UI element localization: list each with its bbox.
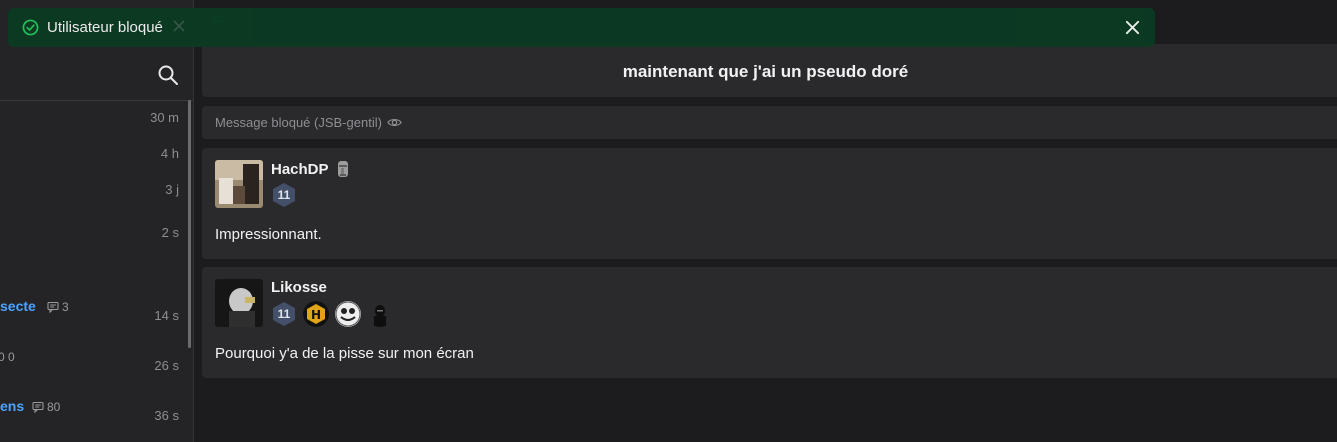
level-badge: 11 <box>271 182 297 208</box>
item-title[interactable]: secte <box>0 298 36 314</box>
toast-message: Utilisateur bloqué <box>47 19 163 36</box>
post: HachDP 11 Impressionnant. <box>202 148 1337 259</box>
dark-figure-badge-icon <box>367 301 393 327</box>
list-item[interactable]: ens 80 36 s <box>0 398 190 428</box>
list-item[interactable]: secte 3 14 s <box>0 298 190 328</box>
post-author[interactable]: Likosse <box>271 279 327 296</box>
moai-icon <box>337 161 348 177</box>
svg-text:H: H <box>311 308 321 322</box>
sidebar-search-row <box>0 50 193 101</box>
item-time: 26 s <box>154 358 179 373</box>
item-time: 2 s <box>161 225 179 240</box>
blocked-message-label: Message bloqué (JSB-gentil) <box>215 115 402 130</box>
main-panel: maintenant que j'ai un pseudo doré Messa… <box>194 0 1337 442</box>
hacker-badge-icon: H <box>303 301 329 327</box>
comment-count: 3 <box>47 300 69 314</box>
avatar[interactable] <box>215 160 263 208</box>
item-title[interactable]: ens <box>0 398 24 414</box>
post-author[interactable]: HachDP <box>271 160 350 178</box>
avatar[interactable] <box>215 279 263 327</box>
list-item[interactable]: 4 h <box>0 146 190 166</box>
level-badge: 11 <box>271 301 297 327</box>
comment-count: 80 <box>32 400 60 414</box>
post-body: Impressionnant. <box>215 226 322 243</box>
badges: 11 H <box>271 301 393 327</box>
comment-icon <box>47 301 59 313</box>
comment-count: 0 0 <box>0 350 15 364</box>
sidebar: 30 m 4 h 3 j 2 s secte 3 14 s 0 0 26 s e… <box>0 0 194 442</box>
item-time: 14 s <box>154 308 179 323</box>
post-body: Pourquoi y'a de la pisse sur mon écran <box>215 345 474 362</box>
post: Likosse 11 H Pourquoi y'a de la pisse su… <box>202 267 1337 378</box>
faded-close-icon <box>173 20 185 32</box>
badges: 11 <box>271 182 297 208</box>
close-icon[interactable] <box>1124 19 1141 36</box>
page-title: maintenant que j'ai un pseudo doré <box>622 62 909 81</box>
item-time: 30 m <box>150 110 179 125</box>
comment-icon <box>32 401 44 413</box>
app: 30 m 4 h 3 j 2 s secte 3 14 s 0 0 26 s e… <box>0 0 1337 442</box>
topic-title-card: maintenant que j'ai un pseudo doré <box>202 44 1337 97</box>
eye-icon[interactable] <box>387 115 402 130</box>
list-item[interactable]: 2 s <box>0 225 190 245</box>
blocked-message[interactable]: Message bloqué (JSB-gentil) <box>202 106 1337 139</box>
list-item[interactable]: 0 0 26 s <box>0 349 190 379</box>
item-time: 4 h <box>160 146 179 161</box>
check-circle-icon <box>22 19 39 36</box>
item-time: 36 s <box>154 408 179 423</box>
search-icon[interactable] <box>157 64 179 86</box>
list-item[interactable]: 3 j <box>0 182 190 202</box>
troll-badge-icon <box>335 301 361 327</box>
toast-notification: Utilisateur bloqué <box>8 8 1155 47</box>
item-time: 3 j <box>165 182 179 197</box>
list-item[interactable]: 30 m <box>0 110 190 130</box>
sidebar-scrollbar[interactable] <box>188 100 191 348</box>
